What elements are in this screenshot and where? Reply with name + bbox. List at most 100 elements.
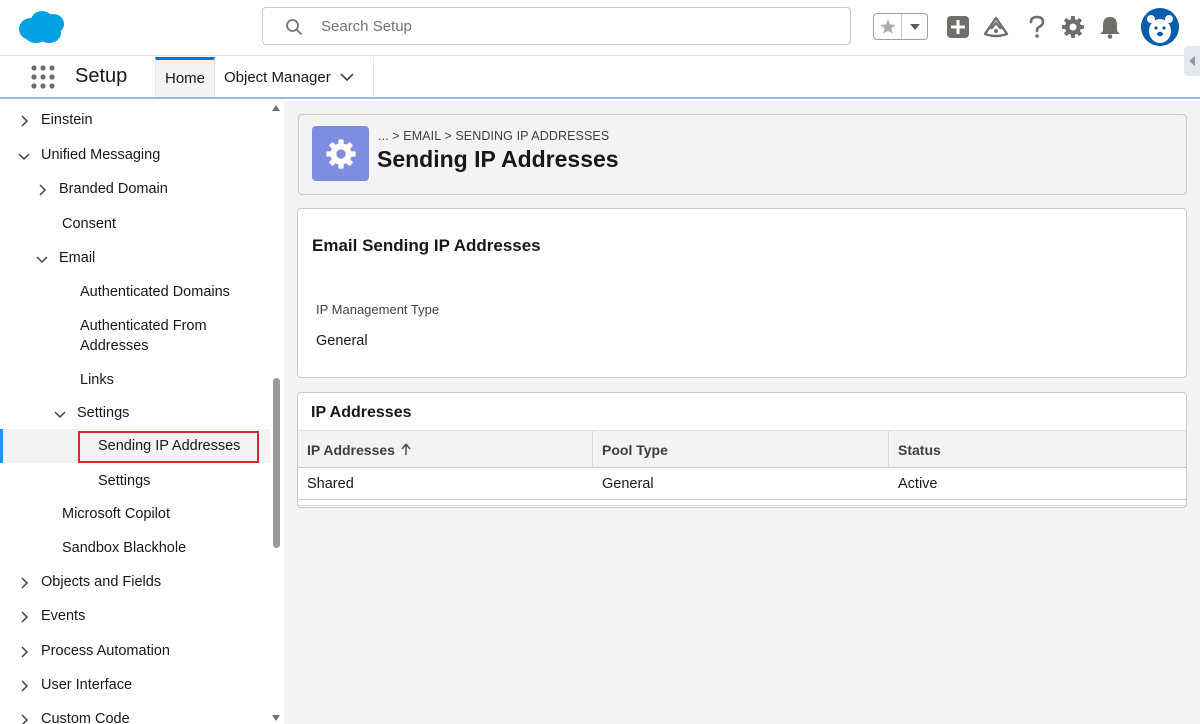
avatar[interactable] [1141,8,1179,46]
setup-page-badge [312,126,369,181]
tree-item-label: Settings [77,405,130,421]
chevron-left-icon [1189,56,1195,66]
tree-item-objects-and-fields[interactable]: Objects and Fields [0,572,270,594]
tree-item-label: Authenticated Domains [80,284,230,300]
column-header-ip-addresses[interactable]: IP Addresses [298,431,593,468]
email-sending-ip-card: Email Sending IP Addresses IP Management… [297,208,1187,378]
tree-item-user-interface[interactable]: User Interface [0,675,270,697]
trailhead-icon [983,16,1009,38]
cell-ip-address: Shared [307,476,354,492]
tree-item-consent[interactable]: Consent [0,214,270,236]
trailhead-button[interactable] [983,14,1009,40]
table-footer [298,500,1186,506]
search-box[interactable] [262,7,851,45]
app-launcher-icon[interactable] [31,65,55,89]
chevron-right-icon[interactable] [18,115,30,127]
tree-item-label: Links [80,372,114,388]
chevron-down-icon[interactable] [36,253,48,265]
column-header-label: IP Addresses [307,441,395,458]
tree-item-custom-code[interactable]: Custom Code [0,709,270,724]
tree-item-label: Custom Code [41,711,130,724]
tree-item-label: Sandbox Blackhole [62,540,187,556]
tab-object-manager-label: Object Manager [224,68,331,86]
star-icon [880,19,895,34]
tree-item-email-settings-folder[interactable]: Settings [0,403,270,425]
ip-management-type-label: IP Management Type [316,302,440,317]
avatar-icon [1141,8,1179,46]
favorites-menu-button[interactable] [902,14,928,39]
tree-item-events[interactable]: Events [0,606,270,628]
chevron-down-icon [910,23,920,30]
tab-object-manager[interactable]: Object Manager [215,57,374,97]
tree-item-branded-domain[interactable]: Branded Domain [0,179,270,201]
salesforce-cloud-logo[interactable] [16,10,66,44]
chevron-right-icon[interactable] [18,611,30,623]
tree-item-authenticated-domains[interactable]: Authenticated Domains [0,282,270,304]
scroll-down-arrow-icon[interactable] [272,714,280,722]
search-icon [286,19,302,35]
tree-item-label: Consent [62,216,117,232]
page-header: ... > EMAIL > SENDING IP ADDRESSES Sendi… [298,114,1187,195]
table-header: IP Addresses Pool Type Status [298,430,1186,468]
tree-item-label: Microsoft Copilot [62,506,170,522]
chevron-down-icon[interactable] [339,69,355,85]
app-name: Setup [75,65,128,87]
column-header-label: Status [898,441,941,458]
cell-pool-type: General [602,476,654,492]
tree-item-label: Einstein [41,112,93,128]
global-header [0,0,1200,56]
cell-status: Active [898,476,938,492]
tree-item-label: Addresses [80,338,149,354]
card-title: IP Addresses [311,404,412,421]
scroll-up-arrow-icon[interactable] [272,104,280,112]
tree-item-label: Process Automation [41,643,170,659]
tree-item-label: Email [59,250,96,266]
chevron-right-icon[interactable] [18,714,30,724]
tree-item-microsoft-copilot[interactable]: Microsoft Copilot [0,504,270,526]
tree-item-label: Authenticated From [80,318,207,334]
bell-icon [1100,17,1120,39]
ip-addresses-card: IP Addresses IP Addresses Pool Type Stat… [297,392,1187,508]
tree-item-label: User Interface [41,677,133,693]
column-header-status[interactable]: Status [889,431,1186,468]
chevron-right-icon[interactable] [18,680,30,692]
tree-item-sandbox-blackhole[interactable]: Sandbox Blackhole [0,538,270,560]
tree-item-einstein[interactable]: Einstein [0,110,270,132]
favorites-button[interactable] [874,14,902,39]
table-row: Shared General Active [298,468,1186,500]
search-input[interactable] [321,8,821,44]
tree-item-label: Events [41,608,86,624]
page-title: Sending IP Addresses [377,146,619,172]
tree-item-email[interactable]: Email [0,248,270,270]
tree-item-authenticated-from-addresses[interactable]: Authenticated From Addresses [0,316,270,358]
plus-icon [947,16,969,38]
tree-item-label: Objects and Fields [41,574,162,590]
setup-gear-button[interactable] [1060,14,1086,40]
breadcrumb[interactable]: ... > EMAIL > SENDING IP ADDRESSES [378,129,609,143]
tree-item-unified-messaging[interactable]: Unified Messaging [0,145,270,167]
tree-item-label: Unified Messaging [41,147,161,163]
chevron-down-icon[interactable] [54,408,66,420]
chevron-down-icon[interactable] [18,150,30,162]
chevron-right-icon[interactable] [18,646,30,658]
column-header-pool-type[interactable]: Pool Type [593,431,889,468]
notifications-button[interactable] [1097,14,1123,40]
chevron-right-icon[interactable] [18,577,30,589]
app-navigation-bar: Setup Home Object Manager [0,57,1200,99]
side-panel-toggle[interactable] [1184,46,1200,76]
help-icon [1029,15,1045,38]
tab-home-label: Home [164,70,205,87]
help-button[interactable] [1024,14,1050,40]
tab-home[interactable]: Home [155,57,215,97]
scrollbar-thumb[interactable] [273,378,280,548]
card-title: Email Sending IP Addresses [312,236,541,255]
global-actions-button[interactable] [945,14,971,40]
tree-item-process-automation[interactable]: Process Automation [0,641,270,663]
tree-item-links[interactable]: Links [0,370,270,392]
column-header-label: Pool Type [602,441,668,458]
selection-highlight-box [78,431,259,463]
gear-icon [325,138,356,169]
sort-ascending-arrow-icon [401,443,411,455]
chevron-right-icon[interactable] [36,184,48,196]
tree-item-settings[interactable]: Settings [0,471,270,493]
